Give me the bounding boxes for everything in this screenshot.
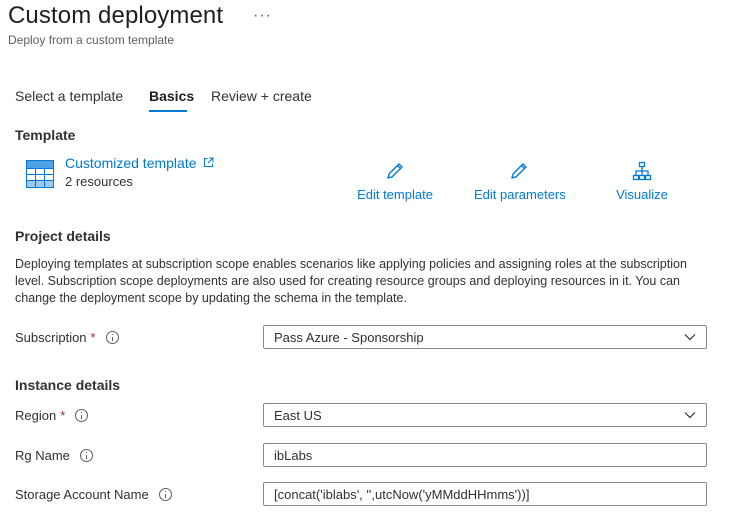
project-details-heading: Project details — [15, 228, 111, 244]
hierarchy-diagram-icon — [632, 161, 652, 181]
rg-name-label: Rg Name — [15, 448, 93, 463]
region-selected-value: East US — [274, 407, 322, 423]
region-dropdown[interactable]: East US — [263, 403, 707, 427]
chevron-down-icon — [684, 334, 696, 341]
region-label: Region * — [15, 408, 89, 423]
active-tab-indicator — [149, 110, 187, 112]
visualize-label: Visualize — [616, 187, 668, 202]
subscription-dropdown[interactable]: Pass Azure - Sponsorship — [263, 325, 707, 349]
more-options-button[interactable]: ··· — [253, 7, 272, 25]
visualize-button[interactable]: Visualize — [615, 161, 669, 202]
chevron-down-icon — [684, 412, 696, 419]
storage-account-name-label-text: Storage Account Name — [15, 487, 149, 502]
edit-parameters-button[interactable]: Edit parameters — [474, 161, 566, 202]
storage-account-name-label: Storage Account Name — [15, 487, 172, 502]
pencil-icon — [511, 163, 527, 179]
info-icon[interactable] — [105, 331, 119, 344]
rg-name-label-text: Rg Name — [15, 448, 70, 463]
info-icon[interactable] — [158, 488, 172, 501]
template-grid-icon — [26, 160, 54, 188]
template-heading: Template — [15, 127, 76, 143]
pencil-icon — [387, 163, 403, 179]
template-resource-count: 2 resources — [65, 174, 133, 189]
customized-template-link[interactable]: Customized template — [65, 155, 214, 171]
customized-template-label: Customized template — [65, 155, 197, 171]
storage-account-name-input[interactable] — [263, 482, 707, 506]
tab-review-create[interactable]: Review + create — [211, 88, 312, 104]
info-icon[interactable] — [75, 409, 89, 422]
tab-basics[interactable]: Basics — [149, 88, 194, 104]
subscription-selected-value: Pass Azure - Sponsorship — [274, 329, 424, 345]
edit-template-label: Edit template — [357, 187, 433, 202]
required-marker: * — [60, 408, 66, 423]
rg-name-input[interactable] — [263, 443, 707, 467]
info-icon[interactable] — [79, 449, 93, 462]
subscription-label-text: Subscription — [15, 330, 87, 345]
instance-details-heading: Instance details — [15, 377, 121, 393]
page-subtitle: Deploy from a custom template — [8, 33, 175, 47]
edit-parameters-label: Edit parameters — [474, 187, 566, 202]
subscription-label: Subscription * — [15, 330, 119, 345]
project-details-description: Deploying templates at subscription scop… — [15, 257, 687, 305]
page-title: Custom deployment — [8, 2, 224, 29]
edit-template-button[interactable]: Edit template — [357, 161, 433, 202]
region-label-text: Region — [15, 408, 57, 423]
required-marker: * — [90, 330, 96, 345]
external-link-icon — [204, 157, 214, 167]
tab-select-template[interactable]: Select a template — [15, 88, 123, 104]
